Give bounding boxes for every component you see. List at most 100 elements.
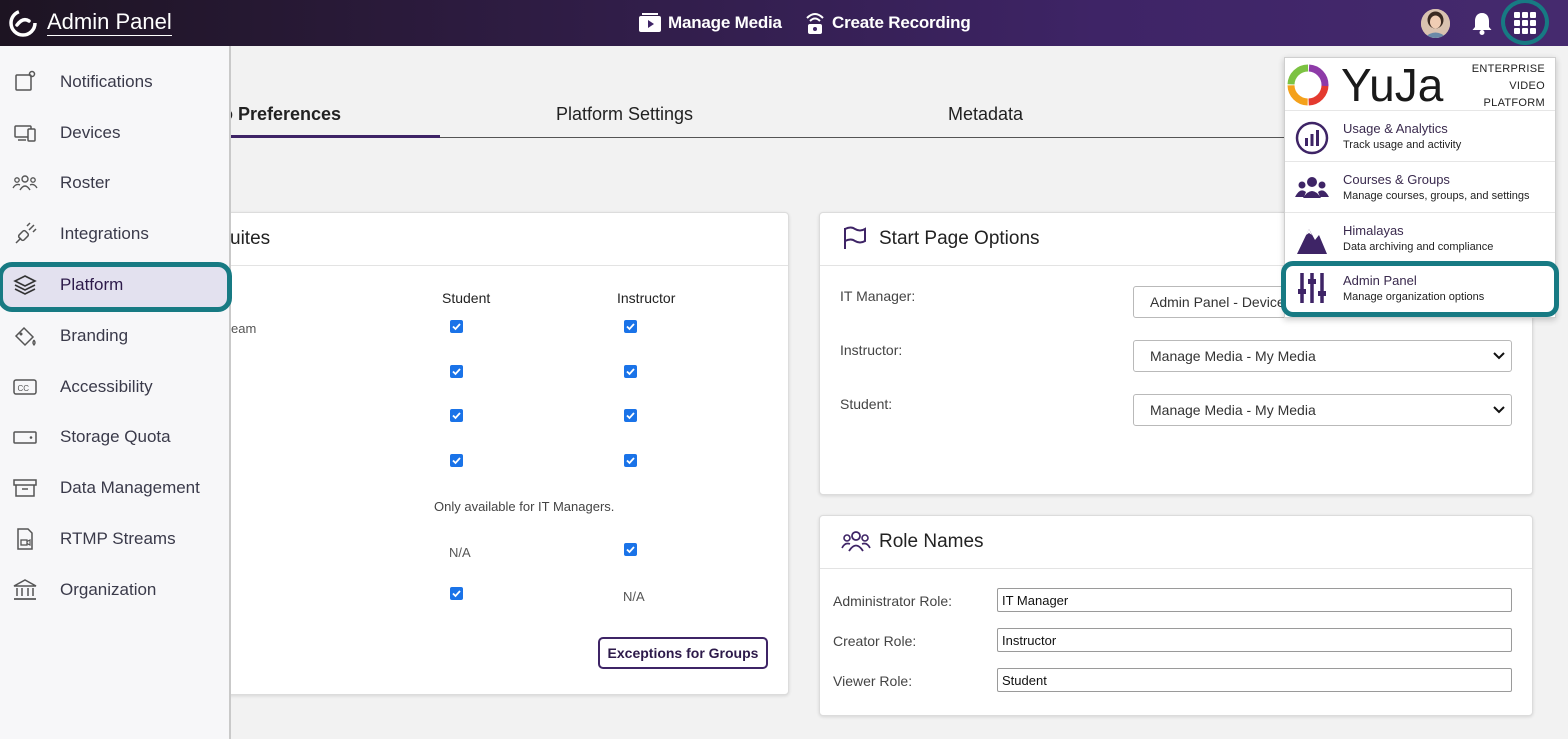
avatar-image <box>1421 9 1450 38</box>
checkbox-student-4[interactable] <box>450 454 463 467</box>
checkbox-instructor-4[interactable] <box>624 454 637 467</box>
card-divider <box>820 568 1532 569</box>
tab-preferences[interactable]: o Preferences <box>222 104 341 125</box>
sidebar-item-label: Accessibility <box>60 377 153 396</box>
checkbox-instructor-5[interactable] <box>624 543 637 556</box>
sidebar-item-label: Devices <box>60 123 121 142</box>
student-select-value: Manage Media - My Media <box>1150 402 1316 418</box>
sidebar-item-label: Roster <box>60 173 111 192</box>
branding-icon <box>14 326 36 347</box>
checkbox-student-2[interactable] <box>450 365 463 378</box>
sidebar-item-notifications[interactable]: Notifications <box>0 62 231 102</box>
app-himalayas[interactable]: Himalayas Data archiving and compliance <box>1285 212 1555 263</box>
checkbox-student-6[interactable] <box>450 587 463 600</box>
exceptions-for-groups-button[interactable]: Exceptions for Groups <box>598 637 768 669</box>
sidebar-item-devices[interactable]: Devices <box>0 113 231 153</box>
users-icon <box>841 531 871 552</box>
creator-role-input[interactable] <box>997 628 1512 652</box>
student-label: Student: <box>840 396 893 412</box>
student-select[interactable]: Manage Media - My Media <box>1133 394 1512 426</box>
checkbox-student-3[interactable] <box>450 409 463 422</box>
notifications-icon <box>15 70 36 91</box>
instructor-label: Instructor: <box>840 342 903 358</box>
it-manager-label: IT Manager: <box>840 288 916 304</box>
administrator-role-label: Administrator Role: <box>833 593 953 609</box>
analytics-icon <box>1295 121 1329 155</box>
start-page-title: Start Page Options <box>879 228 1040 249</box>
media-icon <box>639 13 661 32</box>
svg-text:CC: CC <box>18 384 30 393</box>
sidebar-item-organization[interactable]: Organization <box>0 570 231 610</box>
app-admin-panel[interactable]: Admin Panel Manage organization options <box>1285 263 1555 314</box>
flag-icon <box>844 226 866 249</box>
notification-bell-icon[interactable] <box>1469 10 1495 36</box>
na-instructor: N/A <box>623 589 645 604</box>
checkbox-instructor-2[interactable] <box>624 365 637 378</box>
sidebar-item-rtmp-streams[interactable]: RTMP Streams <box>0 519 231 559</box>
app-title: Courses & Groups <box>1343 172 1450 187</box>
app-title: Admin Panel <box>1343 273 1417 288</box>
column-student: Student <box>442 290 491 306</box>
instructor-select-value: Manage Media - My Media <box>1150 348 1316 364</box>
sidebar-item-integrations[interactable]: Integrations <box>0 214 231 254</box>
viewer-role-input[interactable] <box>997 668 1512 692</box>
sidebar-item-label: Notifications <box>60 72 153 91</box>
create-recording-label: Create Recording <box>832 13 971 32</box>
brand[interactable]: Admin Panel <box>8 8 172 38</box>
app-subtitle: Manage organization options <box>1343 291 1485 303</box>
integrations-icon <box>15 222 37 244</box>
sidebar-item-label: RTMP Streams <box>60 529 176 548</box>
checkbox-instructor-1[interactable] <box>624 320 637 333</box>
tab-metadata[interactable]: Metadata <box>948 104 1023 125</box>
suites-card <box>180 212 789 695</box>
sidebar-item-label: Platform <box>60 275 124 294</box>
instructor-select[interactable]: Manage Media - My Media <box>1133 340 1512 372</box>
sidebar-item-accessibility[interactable]: CC Accessibility <box>0 367 231 407</box>
sidebar-item-data-management[interactable]: Data Management <box>0 468 231 508</box>
viewer-role-label: Viewer Role: <box>833 673 913 689</box>
yuja-logo-text: YuJa <box>1341 60 1444 108</box>
enterprise-line: ENTERPRISE <box>1471 63 1545 75</box>
administrator-role-input[interactable] <box>997 588 1512 612</box>
app-usage-analytics[interactable]: Usage & Analytics Track usage and activi… <box>1285 110 1555 161</box>
sidebar-item-label: Integrations <box>60 224 149 243</box>
it-manager-select-value: Admin Panel - Devices <box>1150 294 1292 310</box>
app-courses-groups[interactable]: Courses & Groups Manage courses, groups,… <box>1285 161 1555 212</box>
layers-icon <box>13 275 37 295</box>
it-manager-note: Only available for IT Managers. <box>434 499 615 514</box>
app-subtitle: Manage courses, groups, and settings <box>1343 190 1530 202</box>
top-bar <box>0 0 1568 46</box>
sidebar-item-label: Data Management <box>60 478 200 497</box>
sidebar-item-label: Branding <box>60 326 129 345</box>
checkbox-instructor-3[interactable] <box>624 409 637 422</box>
sidebar-item-platform[interactable]: Platform <box>0 265 231 305</box>
manage-media-label: Manage Media <box>668 13 782 32</box>
manage-media-button[interactable]: Manage Media <box>638 10 782 36</box>
enterprise-video-platform-text: ENTERPRISE VIDEO PLATFORM <box>1470 61 1545 112</box>
role-names-title: Role Names <box>879 531 984 552</box>
sidebar-item-branding[interactable]: Branding <box>0 316 231 356</box>
storage-icon <box>13 431 37 444</box>
app-title: Himalayas <box>1343 223 1404 238</box>
chevron-down-icon <box>1493 352 1505 360</box>
chevron-down-icon <box>1493 406 1505 414</box>
row-label-partial: eam <box>231 321 257 336</box>
yuja-logo: YuJa <box>1287 60 1444 108</box>
column-instructor: Instructor <box>617 290 676 306</box>
sidebar-item-roster[interactable]: Roster <box>0 163 231 203</box>
apps-grid-icon[interactable] <box>1500 0 1550 46</box>
user-avatar[interactable] <box>1421 9 1450 38</box>
tab-platform-settings[interactable]: Platform Settings <box>556 104 693 125</box>
roster-icon <box>12 175 38 191</box>
recording-icon <box>806 13 824 34</box>
archive-icon <box>13 479 37 497</box>
create-recording-button[interactable]: Create Recording <box>804 10 971 36</box>
na-student: N/A <box>449 545 471 560</box>
video-line: VIDEO <box>1509 80 1545 92</box>
groups-icon <box>1295 177 1329 198</box>
app-title: Usage & Analytics <box>1343 121 1448 136</box>
checkbox-student-1[interactable] <box>450 320 463 333</box>
app-title[interactable]: Admin Panel <box>47 10 172 36</box>
sidebar-item-storage-quota[interactable]: Storage Quota <box>0 417 231 457</box>
rtmp-icon <box>17 528 33 550</box>
